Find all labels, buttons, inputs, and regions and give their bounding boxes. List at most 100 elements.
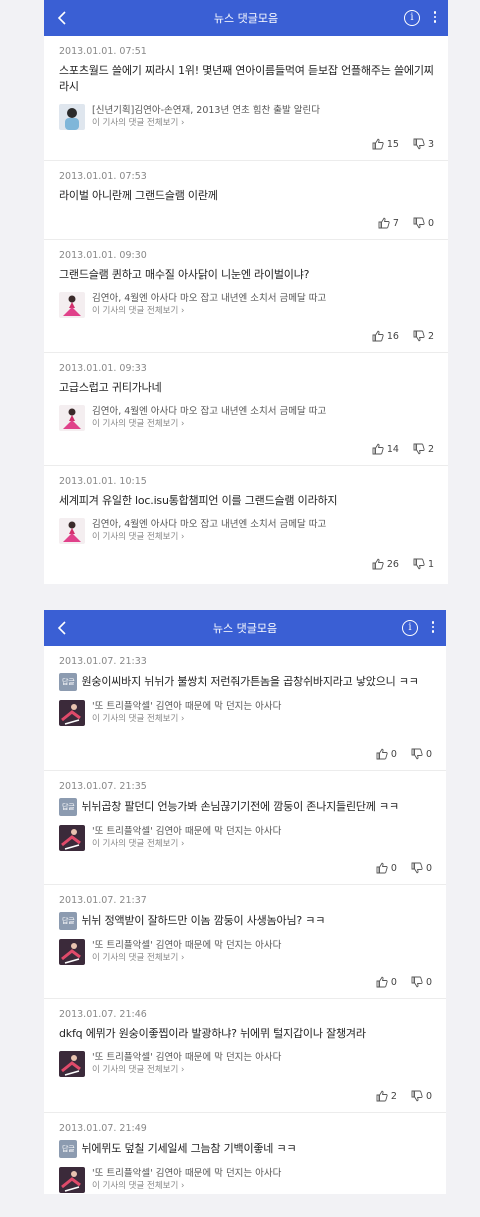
article-link[interactable]: 김연아, 4월엔 아사다 마오 잡고 내년엔 소치서 금메달 따고 이 기사의 … — [59, 405, 434, 431]
dislike-button[interactable]: 0 — [411, 976, 432, 988]
dislike-button[interactable]: 0 — [411, 748, 432, 760]
article-thumbnail — [59, 939, 85, 965]
dislike-button[interactable]: 1 — [413, 558, 434, 570]
thumbs-up-icon — [376, 862, 388, 874]
reply-badge: 답글 — [59, 673, 78, 691]
article-link[interactable]: '또 트리플악셀' 김연아 때문에 막 던지는 아사다 이 기사의 댓글 전체보… — [59, 700, 432, 726]
article-link[interactable]: [신년기획]김연아-손연재, 2013년 연초 힘찬 출발 알린다 이 기사의 … — [59, 104, 434, 130]
comment-date: 2013.01.07. 21:33 — [59, 656, 147, 667]
comment-item: 2013.01.01. 09:33 고급스럽고 귀티가나네 김연아, 4월엔 아… — [44, 353, 448, 466]
thumbs-up-icon — [376, 748, 388, 760]
like-button[interactable]: 16 — [372, 330, 399, 342]
article-title: [신년기획]김연아-손연재, 2013년 연초 힘찬 출발 알린다 — [92, 105, 320, 116]
view-all-comments-link[interactable]: 이 기사의 댓글 전체보기 › — [92, 713, 281, 726]
view-all-comments-link[interactable]: 이 기사의 댓글 전체보기 › — [92, 838, 281, 851]
view-all-comments-link[interactable]: 이 기사의 댓글 전체보기 › — [92, 1180, 281, 1193]
comment-date: 2013.01.01. 09:30 — [59, 250, 147, 261]
dislike-button[interactable]: 0 — [411, 862, 432, 874]
more-menu-icon[interactable] — [430, 619, 436, 637]
article-thumbnail — [59, 1051, 85, 1077]
like-button[interactable]: 14 — [372, 443, 399, 455]
article-link[interactable]: '또 트리플악셀' 김연아 때문에 막 던지는 아사다 이 기사의 댓글 전체보… — [59, 825, 432, 851]
dislike-button[interactable]: 2 — [413, 330, 434, 342]
comment-date: 2013.01.07. 21:37 — [59, 895, 147, 906]
dislike-button[interactable]: 0 — [413, 217, 434, 229]
comment-item: 2013.01.01. 10:15 세계피겨 유일한 loc.isu통합챔피언 … — [44, 466, 448, 580]
comment-item: 2013.01.07. 21:46 dkfq 에뮈가 원숭이좋찝이라 발광하냐?… — [44, 999, 446, 1113]
article-link[interactable]: '또 트리플악셀' 김연아 때문에 막 던지는 아사다 이 기사의 댓글 전체보… — [59, 939, 432, 965]
reply-badge: 답글 — [59, 798, 78, 816]
article-thumbnail — [59, 1167, 85, 1193]
article-thumbnail — [59, 292, 85, 318]
comment-text: 답글 뉘뉘 정액받이 잘하드만 이놈 깜둥이 사생놈아님? ㅋㅋ — [59, 912, 432, 930]
view-all-comments-link[interactable]: 이 기사의 댓글 전체보기 › — [92, 117, 320, 130]
comment-date: 2013.01.07. 21:49 — [59, 1123, 147, 1134]
header-title: 뉴스 댓글모음 — [212, 622, 278, 635]
info-icon[interactable]: i — [404, 10, 420, 26]
comment-item: 2013.01.07. 21:33 답글 원숭이씨바지 뉘뉘가 불쌍치 저런줘가튼… — [44, 646, 446, 771]
vote-bar: 0 0 — [362, 748, 432, 760]
article-thumbnail — [59, 405, 85, 431]
vote-bar: 16 2 — [358, 330, 434, 342]
thumbs-down-icon — [413, 558, 425, 570]
view-all-comments-link[interactable]: 이 기사의 댓글 전체보기 › — [92, 952, 281, 965]
article-link[interactable]: '또 트리플악셀' 김연아 때문에 막 던지는 아사다 이 기사의 댓글 전체보… — [59, 1051, 432, 1077]
thumbs-up-icon — [378, 217, 390, 229]
more-menu-icon[interactable] — [432, 9, 438, 27]
comment-date: 2013.01.01. 09:33 — [59, 363, 147, 374]
vote-bar: 0 0 — [362, 862, 432, 874]
info-icon[interactable]: i — [402, 620, 418, 636]
article-title: '또 트리플악셀' 김연아 때문에 막 던지는 아사다 — [92, 826, 282, 837]
article-link[interactable]: '또 트리플악셀' 김연아 때문에 막 던지는 아사다 이 기사의 댓글 전체보… — [59, 1167, 432, 1193]
app-bar: 뉴스 댓글모음 i — [44, 610, 446, 646]
thumbs-down-icon — [413, 138, 425, 150]
article-link[interactable]: 김연아, 4월엔 아사다 마오 잡고 내년엔 소치서 금메달 따고 이 기사의 … — [59, 518, 434, 544]
like-button[interactable]: 15 — [372, 138, 399, 150]
comment-date: 2013.01.01. 07:51 — [59, 46, 147, 57]
like-button[interactable]: 26 — [372, 558, 399, 570]
thumbs-down-icon — [411, 976, 423, 988]
thumbs-up-icon — [372, 558, 384, 570]
comment-text: 스포츠월드 쓸에기 찌라시 1위! 몇년째 연아이름들먹여 듣보잡 언플해주는 … — [59, 64, 434, 93]
comment-date: 2013.01.01. 07:53 — [59, 171, 147, 182]
comment-text: 답글 원숭이씨바지 뉘뉘가 불쌍치 저런줘가튼놈을 곱창쉬바지라고 낳았으니 ㅋㅋ — [59, 673, 432, 691]
like-button[interactable]: 0 — [376, 976, 397, 988]
like-button[interactable]: 0 — [376, 748, 397, 760]
view-all-comments-link[interactable]: 이 기사의 댓글 전체보기 › — [92, 531, 326, 544]
article-thumbnail — [59, 700, 85, 726]
like-button[interactable]: 7 — [378, 217, 399, 229]
dislike-button[interactable]: 2 — [413, 443, 434, 455]
comment-date: 2013.01.07. 21:35 — [59, 781, 147, 792]
like-button[interactable]: 2 — [376, 1090, 397, 1102]
dislike-button[interactable]: 0 — [411, 1090, 432, 1102]
article-thumbnail — [59, 825, 85, 851]
view-all-comments-link[interactable]: 이 기사의 댓글 전체보기 › — [92, 1064, 281, 1077]
comment-text: 고급스럽고 귀티가나네 — [59, 381, 162, 394]
article-title: 김연아, 4월엔 아사다 마오 잡고 내년엔 소치서 금메달 따고 — [92, 519, 327, 530]
article-link[interactable]: 김연아, 4월엔 아사다 마오 잡고 내년엔 소치서 금메달 따고 이 기사의 … — [59, 292, 434, 318]
thumbs-up-icon — [376, 976, 388, 988]
dislike-button[interactable]: 3 — [413, 138, 434, 150]
view-all-comments-link[interactable]: 이 기사의 댓글 전체보기 › — [92, 305, 326, 318]
comment-item: 2013.01.07. 21:49 답글 뉘에뮈도 덮칠 기세일세 그늠참 기백이… — [44, 1113, 446, 1193]
header-title: 뉴스 댓글모음 — [213, 12, 279, 25]
vote-bar: 14 2 — [358, 443, 434, 455]
like-button[interactable]: 0 — [376, 862, 397, 874]
vote-bar: 26 1 — [358, 558, 434, 570]
article-title: '또 트리플악셀' 김연아 때문에 막 던지는 아사다 — [92, 940, 282, 951]
comment-text: dkfq 에뮈가 원숭이좋찝이라 발광하냐? 뉘에뮈 털지갑이나 잘챙겨라 — [59, 1027, 366, 1040]
thumbs-down-icon — [411, 748, 423, 760]
article-title: '또 트리플악셀' 김연아 때문에 막 던지는 아사다 — [92, 701, 282, 712]
article-thumbnail — [59, 104, 85, 130]
view-all-comments-link[interactable]: 이 기사의 댓글 전체보기 › — [92, 418, 326, 431]
article-thumbnail — [59, 518, 85, 544]
thumbs-down-icon — [413, 330, 425, 342]
comment-date: 2013.01.07. 21:46 — [59, 1009, 147, 1020]
comment-item: 2013.01.01. 09:30 그랜드슬램 퀸하고 매수질 아사닭이 니눈엔… — [44, 240, 448, 353]
thumbs-up-icon — [372, 443, 384, 455]
comment-text: 세계피겨 유일한 loc.isu통합챔피언 이를 그랜드슬램 이라하지 — [59, 494, 338, 507]
vote-bar: 15 3 — [358, 138, 434, 150]
reply-badge: 답글 — [59, 912, 78, 930]
vote-bar: 0 0 — [362, 976, 432, 988]
comments-panel-1: 뉴스 댓글모음 i 2013.01.01. 07:51 스포츠월드 쓸에기 찌라… — [44, 0, 448, 584]
